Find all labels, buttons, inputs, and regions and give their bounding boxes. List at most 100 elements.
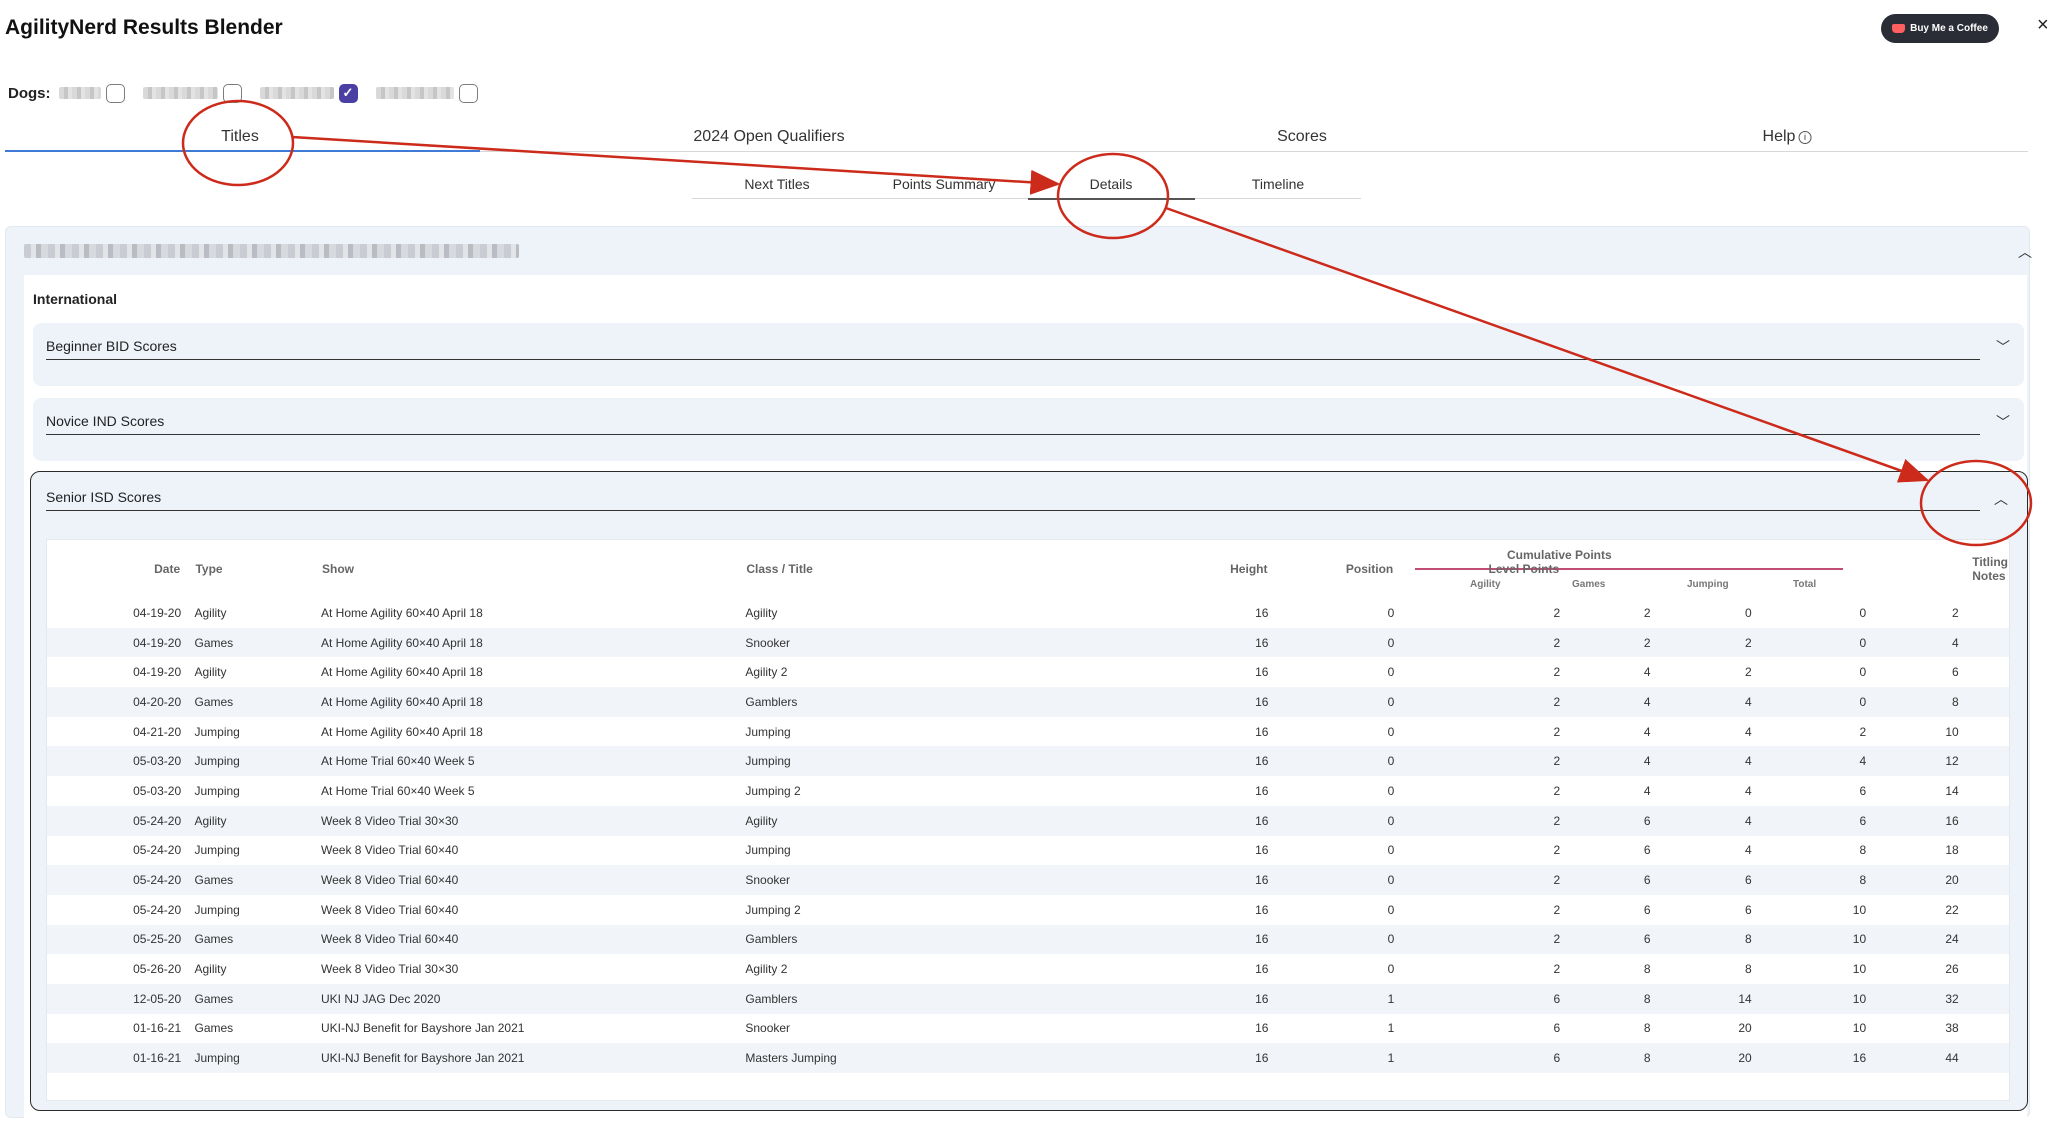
section-divider: [46, 359, 1980, 360]
cell-jumping: 10: [1852, 902, 1867, 917]
dog-checkbox[interactable]: [458, 83, 478, 103]
cell-level-points: 2: [1394, 865, 1561, 895]
table-header-row: Date Type Show Class / Title Height Posi…: [47, 540, 2009, 598]
spacer: [1959, 657, 1972, 687]
table-row: 05-24-20 Jumping Week 8 Video Trial 60×40 J…: [47, 836, 2009, 866]
cell-total: 22: [1945, 902, 1959, 917]
cell-class: Gamblers: [745, 687, 1004, 717]
cell-type: Jumping: [194, 1043, 321, 1073]
chevron-up-icon[interactable]: ︿: [1994, 489, 2008, 509]
cell-jumping: 0: [1859, 665, 1867, 680]
buy-me-a-coffee-button[interactable]: Buy Me a Coffee: [1881, 14, 1999, 43]
cell-type: Agility: [194, 665, 227, 680]
cell-class: Jumping 2: [745, 783, 801, 798]
cell-type: Jumping: [194, 724, 240, 739]
spacer: [181, 895, 194, 925]
cell-position: 0: [1387, 783, 1395, 798]
dog-checkbox[interactable]: [105, 83, 125, 103]
spacer: [181, 746, 195, 777]
section-novice-ind[interactable]: Novice IND Scores ﹀: [33, 398, 2024, 461]
subtab-points-summary[interactable]: Points Summary: [893, 176, 996, 192]
cell-notes: [1972, 687, 2009, 717]
cell-games: 2: [1745, 665, 1752, 680]
section-divider: [46, 510, 1980, 511]
cell-position: 0: [1387, 724, 1395, 739]
cell-class: Snooker: [745, 865, 1004, 895]
dog-selector: Dogs: ✓: [8, 81, 478, 105]
cell-level-points: 2: [1553, 665, 1561, 680]
dog-checkbox-checked[interactable]: ✓: [338, 83, 358, 103]
tab-titles[interactable]: Titles: [221, 128, 259, 146]
section-beginner-bid[interactable]: Beginner BID Scores ﹀: [33, 323, 2024, 386]
spacer: [1959, 1014, 1972, 1044]
spacer: [1959, 717, 1972, 747]
cell-date: 04-19-20: [47, 627, 182, 658]
cell-agility: 6: [1560, 924, 1651, 955]
subtab-next-titles[interactable]: Next Titles: [744, 176, 809, 192]
cell-class: Jumping: [745, 746, 1004, 777]
cell-total: 32: [1866, 983, 1959, 1014]
tab-open-qualifiers[interactable]: 2024 Open Qualifiers: [693, 128, 844, 146]
table-row: 04-19-20 Agility At Home Agility 60×40 Apr…: [47, 657, 2009, 687]
cell-type: Jumping: [194, 902, 240, 917]
cell-notes: [1972, 1043, 2009, 1073]
tab-scores[interactable]: Scores: [1277, 128, 1327, 146]
cell-position: 0: [1268, 865, 1395, 895]
subtab-details[interactable]: Details: [1090, 176, 1133, 192]
active-tab-underline: [5, 150, 480, 152]
chevron-up-icon[interactable]: ︿: [2018, 242, 2032, 262]
tab-help-label: Help: [1762, 128, 1796, 145]
cell-height: 16: [1255, 605, 1269, 620]
cell-agility: 8: [1560, 1043, 1651, 1073]
cell-show: Week 8 Video Trial 60×40: [321, 865, 746, 895]
subtab-timeline[interactable]: Timeline: [1252, 176, 1304, 192]
cell-date: 04-19-20: [133, 605, 182, 620]
dog-option[interactable]: [375, 83, 478, 103]
cell-agility: 4: [1560, 687, 1651, 717]
dog-option[interactable]: ✓: [259, 83, 358, 103]
cell-level-points: 2: [1553, 783, 1561, 798]
table-row: 04-19-20 Agility At Home Agility 60×40 Apr…: [47, 598, 2009, 628]
cell-height: 16: [1003, 746, 1269, 777]
cell-class: Agility: [745, 605, 778, 620]
spacer: [181, 776, 194, 806]
cell-games: 0: [1745, 605, 1752, 620]
spacer: [181, 657, 194, 687]
cell-level-points: 2: [1553, 843, 1561, 858]
cell-jumping: 16: [1751, 1043, 1867, 1073]
cell-date: 05-24-20: [133, 902, 182, 917]
dog-checkbox[interactable]: [222, 83, 242, 103]
cell-games: 20: [1738, 1021, 1752, 1036]
cell-jumping: 0: [1751, 627, 1867, 658]
cell-agility: 4: [1643, 665, 1651, 680]
cell-notes: [1972, 895, 2009, 925]
spacer: [181, 598, 194, 628]
cell-jumping: 10: [1852, 1021, 1867, 1036]
cell-height: 16: [1003, 924, 1269, 955]
section-title: Novice IND Scores: [46, 413, 165, 429]
close-icon[interactable]: ×: [2037, 14, 2048, 37]
dog-option[interactable]: [58, 83, 125, 103]
cell-class: Masters Jumping: [745, 1043, 1004, 1073]
tab-help[interactable]: Help i: [1763, 128, 1812, 146]
dog-option[interactable]: [142, 83, 242, 103]
spacer: [181, 836, 194, 866]
cell-notes: [1972, 776, 2009, 806]
chevron-down-icon[interactable]: ﹀: [1996, 412, 2010, 432]
chevron-down-icon[interactable]: ﹀: [1996, 337, 2010, 357]
cell-jumping: 10: [1751, 983, 1867, 1014]
header-height: Height: [1230, 562, 1268, 576]
cell-date: 05-03-20: [133, 783, 182, 798]
table-row: 05-24-20 Jumping Week 8 Video Trial 60×40 J…: [47, 895, 2009, 925]
cell-level-points: 2: [1553, 902, 1561, 917]
cell-total: 18: [1945, 843, 1959, 858]
table-row: 05-24-20 Games Week 8 Video Trial 60×40 Sno…: [47, 865, 2009, 895]
cell-type: Games: [194, 865, 321, 895]
cell-level-points: 2: [1394, 687, 1561, 717]
cell-height: 16: [1003, 627, 1269, 658]
spacer: [181, 717, 194, 747]
spacer: [181, 805, 195, 836]
cell-jumping: 4: [1751, 746, 1867, 777]
cell-total: 26: [1945, 962, 1959, 977]
main-tabs: Titles 2024 Open Qualifiers Scores Help i: [5, 124, 2028, 152]
